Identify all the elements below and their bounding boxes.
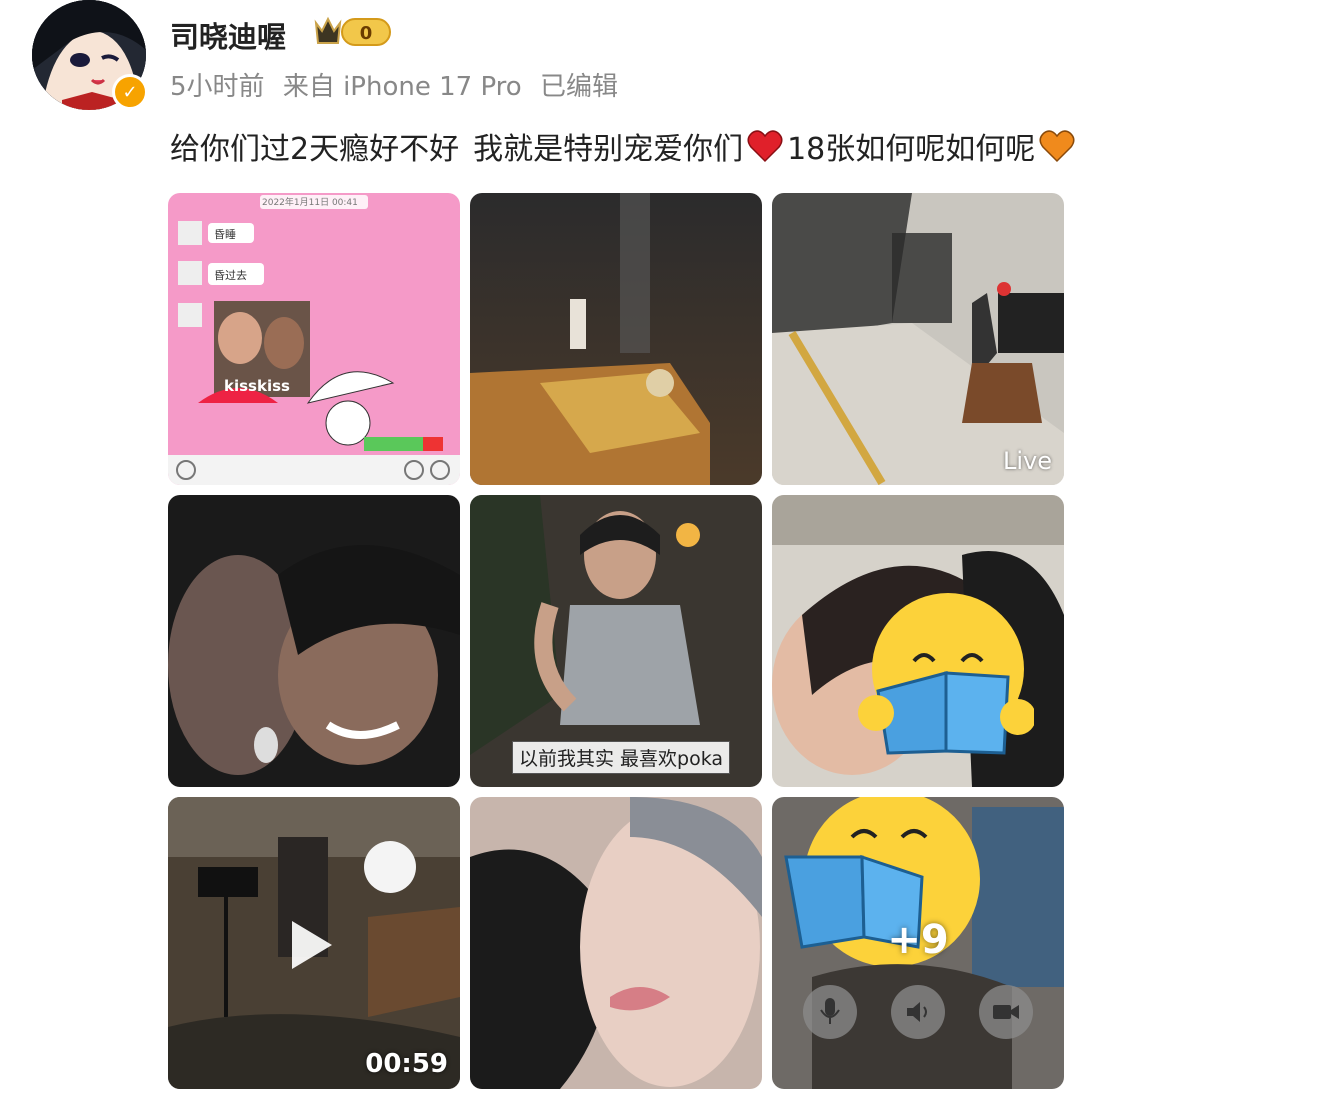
chat-sticker-text: kisskiss: [224, 377, 290, 395]
vip-crown-badge-icon[interactable]: 0: [312, 15, 394, 47]
edited-label[interactable]: 已编辑: [540, 72, 618, 102]
red-heart-icon: [747, 130, 783, 163]
post-meta: 5小时前 来自 iPhone 17 Pro 已编辑: [170, 66, 628, 103]
photo-caption: 以前我其实 最喜欢poka: [512, 741, 731, 774]
image-tile-6[interactable]: [772, 495, 1064, 787]
call-controls: [772, 985, 1064, 1039]
image-tile-7-video[interactable]: 00:59: [168, 797, 460, 1089]
image-tile-2[interactable]: [470, 193, 762, 485]
image-tile-9-more[interactable]: +9: [772, 797, 1064, 1089]
play-icon[interactable]: [286, 917, 336, 973]
chat-header-time: 2022年1月11日 00:41: [262, 198, 358, 208]
avatar[interactable]: ✓: [32, 0, 148, 110]
username[interactable]: 司晓迪喔: [170, 14, 286, 56]
verified-badge-icon: ✓: [112, 74, 148, 110]
camera-icon[interactable]: [979, 985, 1033, 1039]
orange-heart-icon: [1039, 130, 1075, 163]
image-tile-1[interactable]: 2022年1月11日 00:41 昏睡 昏过去 kisskiss: [168, 193, 460, 485]
post-text-part2: 我就是特别宠爱你们: [473, 132, 744, 167]
video-duration: 00:59: [365, 1049, 448, 1079]
more-images-count: +9: [887, 917, 949, 963]
reading-emoji-icon: [858, 593, 1034, 755]
image-grid: 2022年1月11日 00:41 昏睡 昏过去 kisskiss Live 以前…: [168, 193, 1064, 1089]
microphone-icon[interactable]: [803, 985, 857, 1039]
image-tile-5[interactable]: 以前我其实 最喜欢poka: [470, 495, 762, 787]
chat-message-1: 昏睡: [214, 228, 236, 241]
speaker-icon[interactable]: [891, 985, 945, 1039]
chat-message-2: 昏过去: [214, 269, 247, 282]
weibo-post: ✓ 司晓迪喔 0 5小时前 来自 iPhone 17 Pro 已编辑 给你们过2…: [0, 0, 1332, 1114]
level-badge-number: 0: [360, 23, 373, 44]
post-source[interactable]: 来自 iPhone 17 Pro: [283, 72, 522, 102]
image-tile-4[interactable]: [168, 495, 460, 787]
post-text-part3: 18张如何呢如何呢: [787, 132, 1036, 167]
live-photo-label: Live: [1002, 447, 1052, 475]
post-text: 给你们过2天瘾好不好 我就是特别宠爱你们 18张如何呢如何呢: [170, 124, 1079, 168]
image-tile-8[interactable]: [470, 797, 762, 1089]
post-time: 5小时前: [170, 72, 265, 102]
image-tile-3[interactable]: Live: [772, 193, 1064, 485]
post-text-part1: 给你们过2天瘾好不好: [170, 132, 460, 167]
